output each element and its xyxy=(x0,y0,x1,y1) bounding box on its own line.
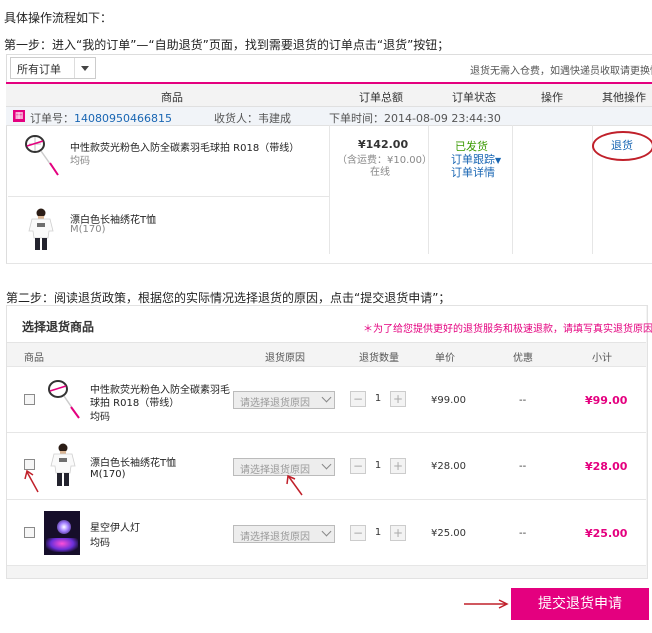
unit-price: ¥28.00 xyxy=(431,461,466,472)
quantity-stepper[interactable]: −1 + xyxy=(350,391,406,407)
col-reason: 退货原因 xyxy=(265,353,305,364)
col-product: 商品 xyxy=(161,91,183,104)
chevron-down-icon xyxy=(321,392,332,403)
plus-icon[interactable]: + xyxy=(390,525,406,541)
select-checkbox[interactable] xyxy=(24,527,35,538)
return-panel-title: 选择退货商品 xyxy=(22,320,95,334)
order-number: 订单号：14080950466815 xyxy=(30,112,172,125)
col-action: 操作 xyxy=(541,91,563,104)
item-size: 均码 xyxy=(70,156,90,167)
col-price: 单价 xyxy=(435,353,455,364)
orders-table-header: 商品 订单总额 订单状态 操作 其他操作 xyxy=(6,84,652,107)
item-name-line2: 球拍 R018（带线） xyxy=(90,398,180,409)
divider xyxy=(8,196,329,197)
chevron-down-icon xyxy=(321,526,332,537)
shop-icon: ▦ xyxy=(13,110,25,122)
item-name: 星空伊人灯 xyxy=(90,523,140,534)
unit-price: ¥25.00 xyxy=(431,528,466,539)
order-detail-link[interactable]: 订单详情 xyxy=(451,164,495,180)
item-size: 均码 xyxy=(90,412,110,423)
quantity-stepper[interactable]: −1 + xyxy=(350,525,406,541)
col-total: 订单总额 xyxy=(359,91,403,104)
order-total: ¥142.00 xyxy=(358,138,409,151)
quantity-stepper[interactable]: −1 + xyxy=(350,458,406,474)
annotation-circle xyxy=(592,131,652,161)
discount: -- xyxy=(519,528,527,539)
discount: -- xyxy=(519,461,527,472)
return-reason-note: ＊为了给您提供更好的退货服务和极速退款，请填写真实退货原因 xyxy=(363,324,652,335)
return-reason-select[interactable]: 请选择退货原因 xyxy=(233,525,335,543)
subtotal: ¥28.00 xyxy=(585,460,628,473)
subtotal: ¥25.00 xyxy=(585,527,628,540)
shipping-notice: 退货无需入仓费，如遇快递员收取请更换快递 xyxy=(470,66,652,77)
tshirt-image xyxy=(50,443,76,486)
order-number-link[interactable]: 14080950466815 xyxy=(74,112,172,125)
divider xyxy=(428,125,429,254)
return-reason-select[interactable]: 请选择退货原因 xyxy=(233,391,335,409)
select-checkbox[interactable] xyxy=(24,394,35,405)
subtotal: ¥99.00 xyxy=(585,394,628,407)
minus-icon[interactable]: − xyxy=(350,458,366,474)
order-filter-value: 所有订单 xyxy=(17,63,61,76)
payment-method: 在线 xyxy=(370,167,390,178)
order-filter-select[interactable]: 所有订单 xyxy=(10,57,96,79)
annotation-arrow-icon xyxy=(24,469,39,493)
item-size: 均码 xyxy=(90,538,110,549)
chevron-down-icon[interactable] xyxy=(74,58,95,78)
col-qty: 退货数量 xyxy=(359,353,399,364)
unit-price: ¥99.00 xyxy=(431,395,466,406)
tshirt-image xyxy=(28,208,54,250)
order-info-bar: ▦ 订单号：14080950466815 收货人：韦建成 下单时间：2014-0… xyxy=(6,107,652,126)
intro-text: 具体操作流程如下： xyxy=(4,11,113,25)
col-subtotal: 小计 xyxy=(592,353,612,364)
chevron-down-icon xyxy=(321,459,332,470)
col-status: 订单状态 xyxy=(452,91,496,104)
divider xyxy=(512,125,513,254)
col-discount: 优惠 xyxy=(513,353,533,364)
step1-text: 第一步：进入“我的订单”—“自助退货”页面，找到需要退货的订单点击“退货”按钮； xyxy=(4,38,450,52)
racket-image xyxy=(48,380,80,419)
item-size: M(170) xyxy=(90,469,126,480)
submit-return-button[interactable]: 提交退货申请 xyxy=(511,588,649,620)
discount: -- xyxy=(519,395,527,406)
annotation-arrow-icon xyxy=(286,474,303,496)
starry-lamp-image xyxy=(44,511,80,555)
step2-text: 第二步：阅读退货政策，根据您的实际情况选择退货的原因，点击“提交退货申请”； xyxy=(6,291,451,305)
caret-down-icon: ▼ xyxy=(495,156,502,165)
col-other: 其他操作 xyxy=(602,91,646,104)
plus-icon[interactable]: + xyxy=(390,391,406,407)
item-name: 漂白色长袖绣花T恤 xyxy=(90,458,177,469)
minus-icon[interactable]: − xyxy=(350,525,366,541)
minus-icon[interactable]: − xyxy=(350,391,366,407)
divider xyxy=(329,125,330,254)
racket-image xyxy=(25,135,59,176)
item-name[interactable]: 中性款荧光粉色入防全碳素羽毛球拍 R018（带线） xyxy=(70,139,299,154)
divider xyxy=(7,565,646,566)
annotation-arrow-icon xyxy=(464,599,509,609)
plus-icon[interactable]: + xyxy=(390,458,406,474)
col-product: 商品 xyxy=(24,353,44,364)
receiver: 收货人：韦建成 xyxy=(214,112,291,125)
item-size: M(170) xyxy=(70,224,106,235)
order-time: 下单时间：2014-08-09 23:44:30 xyxy=(329,112,501,125)
